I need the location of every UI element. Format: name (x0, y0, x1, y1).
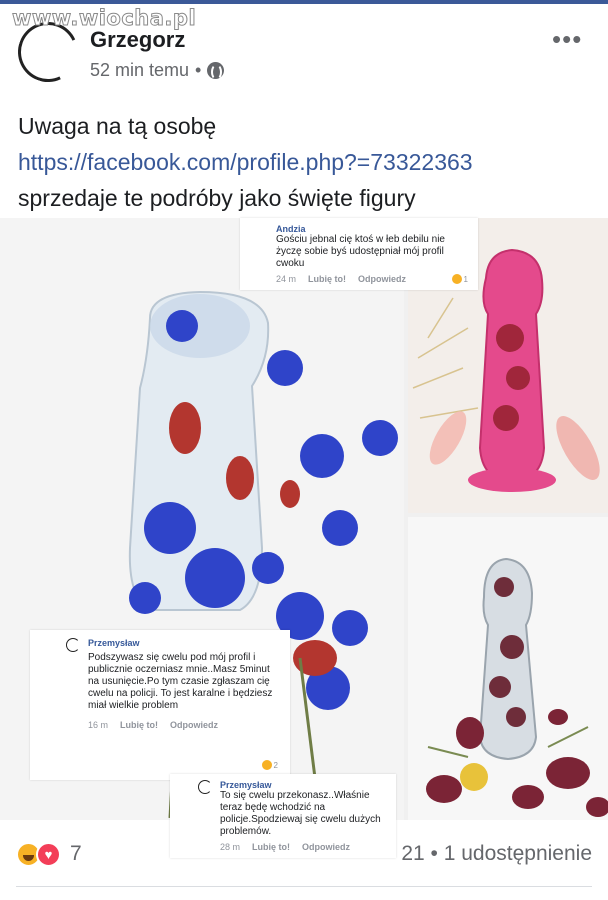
comment-time: 24 m (276, 274, 297, 284)
comment-reply-button[interactable]: Odpowiedz (358, 274, 406, 284)
post-time[interactable]: 52 min temu (90, 60, 189, 81)
comment-reply-button[interactable]: Odpowiedz (170, 720, 218, 730)
comment-footer: 24 m Lubię to! Odpowiedz (276, 274, 470, 284)
photo-collage[interactable]: Andzia Gościu jebnal cię ktoś w łeb debi… (0, 218, 608, 858)
post-stats: ♥ 7 21 • 1 udostępnienie (0, 830, 608, 880)
meta-separator: • (195, 60, 202, 80)
post-line-1: Uwaga na tą osobę (18, 113, 217, 139)
comment-like-button[interactable]: Lubię to! (120, 720, 158, 730)
love-icon: ♥ (36, 842, 61, 867)
comment-like-button[interactable]: Lubię to! (308, 274, 346, 284)
comment-text: Gościu jebnal cię ktoś w łeb debilu nie … (276, 234, 445, 269)
photo-bottom-right[interactable] (408, 517, 608, 820)
post-meta: 52 min temu • (90, 60, 225, 81)
reaction-icons[interactable]: ♥ (16, 840, 68, 868)
divider (16, 886, 592, 887)
haha-icon (451, 274, 462, 284)
post-link[interactable]: https://facebook.com/profile.php?=733223… (18, 144, 473, 180)
commenter-avatar[interactable] (66, 638, 80, 652)
comment-author[interactable]: Przemysław (88, 638, 280, 648)
comment-time: 16 m (88, 720, 109, 730)
comment-card-1[interactable]: Andzia Gościu jebnal cię ktoś w łeb debi… (240, 218, 478, 290)
comment-reactions[interactable]: 2 (261, 760, 278, 770)
reaction-count[interactable]: 7 (70, 842, 82, 866)
top-bar (0, 0, 608, 4)
haha-icon (261, 760, 272, 770)
comment-card-2[interactable]: Przemysław Podszywasz się cwelu pod mój … (30, 630, 290, 780)
comment-footer: 16 m Lubię to! Odpowiedz (88, 720, 280, 730)
author-name[interactable]: Grzegorz (90, 27, 185, 53)
comment-author[interactable]: Przemysław (220, 780, 388, 790)
globe-icon (207, 62, 225, 80)
post-text: Uwaga na tą osobę https://facebook.com/p… (18, 108, 473, 216)
comment-text: Podszywasz się cwelu pod mój profil i pu… (88, 652, 273, 711)
more-options-icon[interactable]: ••• (552, 24, 582, 55)
post-line-3: sprzedaje te podróby jako święte figury (18, 185, 416, 211)
watermark: www.wiocha.pl (11, 6, 197, 31)
comment-reactions[interactable]: 1 (451, 274, 468, 284)
comment-author[interactable]: Andzia (276, 224, 470, 234)
share-count[interactable]: 21 • 1 udostępnienie (401, 842, 592, 866)
commenter-avatar[interactable] (198, 780, 212, 794)
